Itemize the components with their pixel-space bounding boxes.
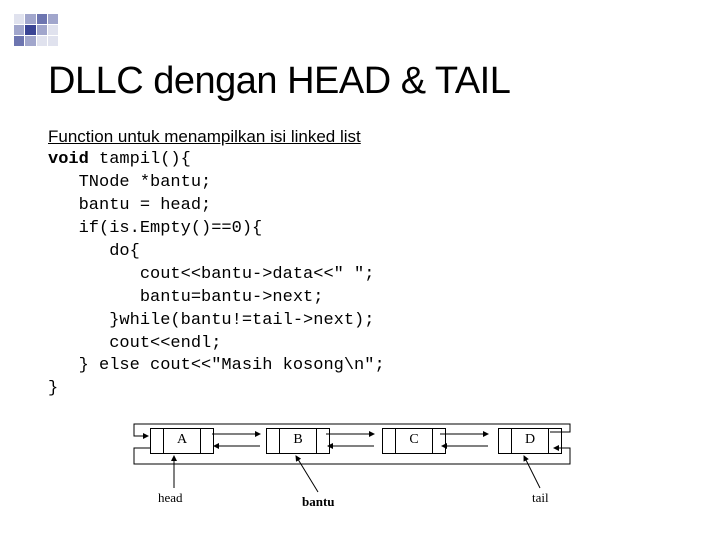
code-line: bantu = head; — [48, 196, 211, 215]
code-line: tampil(){ — [89, 150, 191, 169]
code-line: }while(bantu!=tail->next); — [48, 311, 374, 330]
code-line: cout<<endl; — [48, 334, 221, 353]
code-line: if(is.Empty()==0){ — [48, 219, 262, 238]
slide: DLLC dengan HEAD & TAIL Function untuk m… — [0, 0, 720, 540]
ptr-head-label: head — [158, 490, 183, 506]
code-line: do{ — [48, 242, 140, 261]
code-line: cout<<bantu->data<<" "; — [48, 265, 374, 284]
code-line: bantu=bantu->next; — [48, 288, 323, 307]
ptr-bantu-label: bantu — [302, 494, 335, 510]
code-line: } — [48, 379, 58, 398]
linked-list-diagram: A B C D — [110, 422, 580, 514]
code-block: void tampil(){ TNode *bantu; bantu = hea… — [48, 149, 672, 401]
slide-subtitle: Function untuk menampilkan isi linked li… — [48, 127, 672, 147]
code-keyword: void — [48, 150, 89, 169]
ptr-tail-label: tail — [532, 490, 549, 506]
code-line: } else cout<<"Masih kosong\n"; — [48, 356, 385, 375]
code-line: TNode *bantu; — [48, 173, 211, 192]
slide-title: DLLC dengan HEAD & TAIL — [48, 60, 672, 103]
corner-accent — [14, 14, 58, 46]
